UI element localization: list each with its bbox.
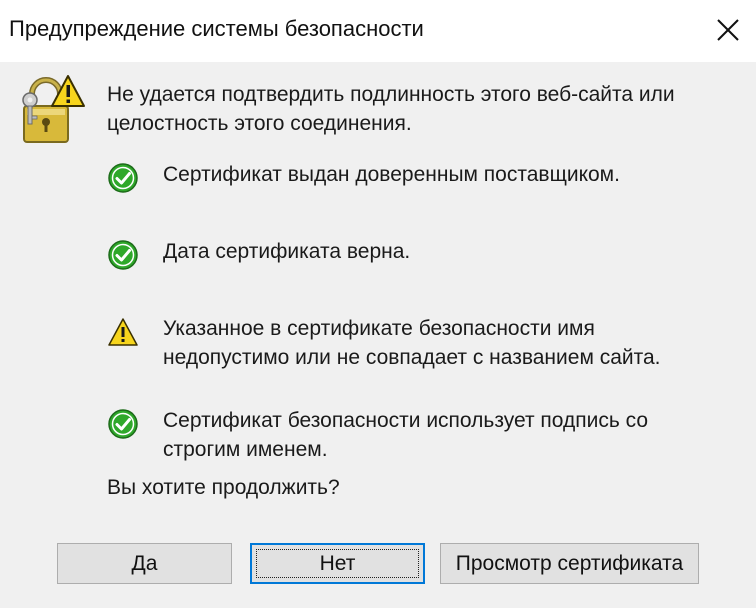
close-button[interactable] [710,12,746,48]
yes-button-label: Да [131,552,158,575]
dialog-title: Предупреждение системы безопасности [9,16,424,41]
no-button-label: Нет [319,552,356,575]
green-check-icon [108,163,138,193]
continue-question: Вы хотите продолжить? [107,476,340,499]
yes-button[interactable]: Да [57,543,232,584]
title-bar[interactable]: Предупреждение системы безопасности [0,0,756,62]
check-item-text: Дата сертификата верна. [163,240,411,263]
green-check-icon [108,409,138,439]
security-warning-dialog: Предупреждение системы безопасности Не у… [0,0,756,608]
check-item-text: Сертификат выдан доверенным поставщиком. [163,163,620,186]
no-button[interactable]: Нет [250,543,425,584]
intro-message: Не удается подтвердить подлинность этого… [107,83,675,135]
green-check-icon [108,240,138,270]
close-icon [717,19,739,41]
view-certificate-button[interactable]: Просмотр сертификата [440,543,699,584]
yellow-warning-icon [108,318,138,346]
check-item-text: Сертификат безопасности использует подпи… [163,409,649,461]
lock-warning-icon [22,75,85,143]
check-item-text: Указанное в сертификате безопасности имя… [163,317,661,369]
view-certificate-button-label: Просмотр сертификата [455,552,684,575]
